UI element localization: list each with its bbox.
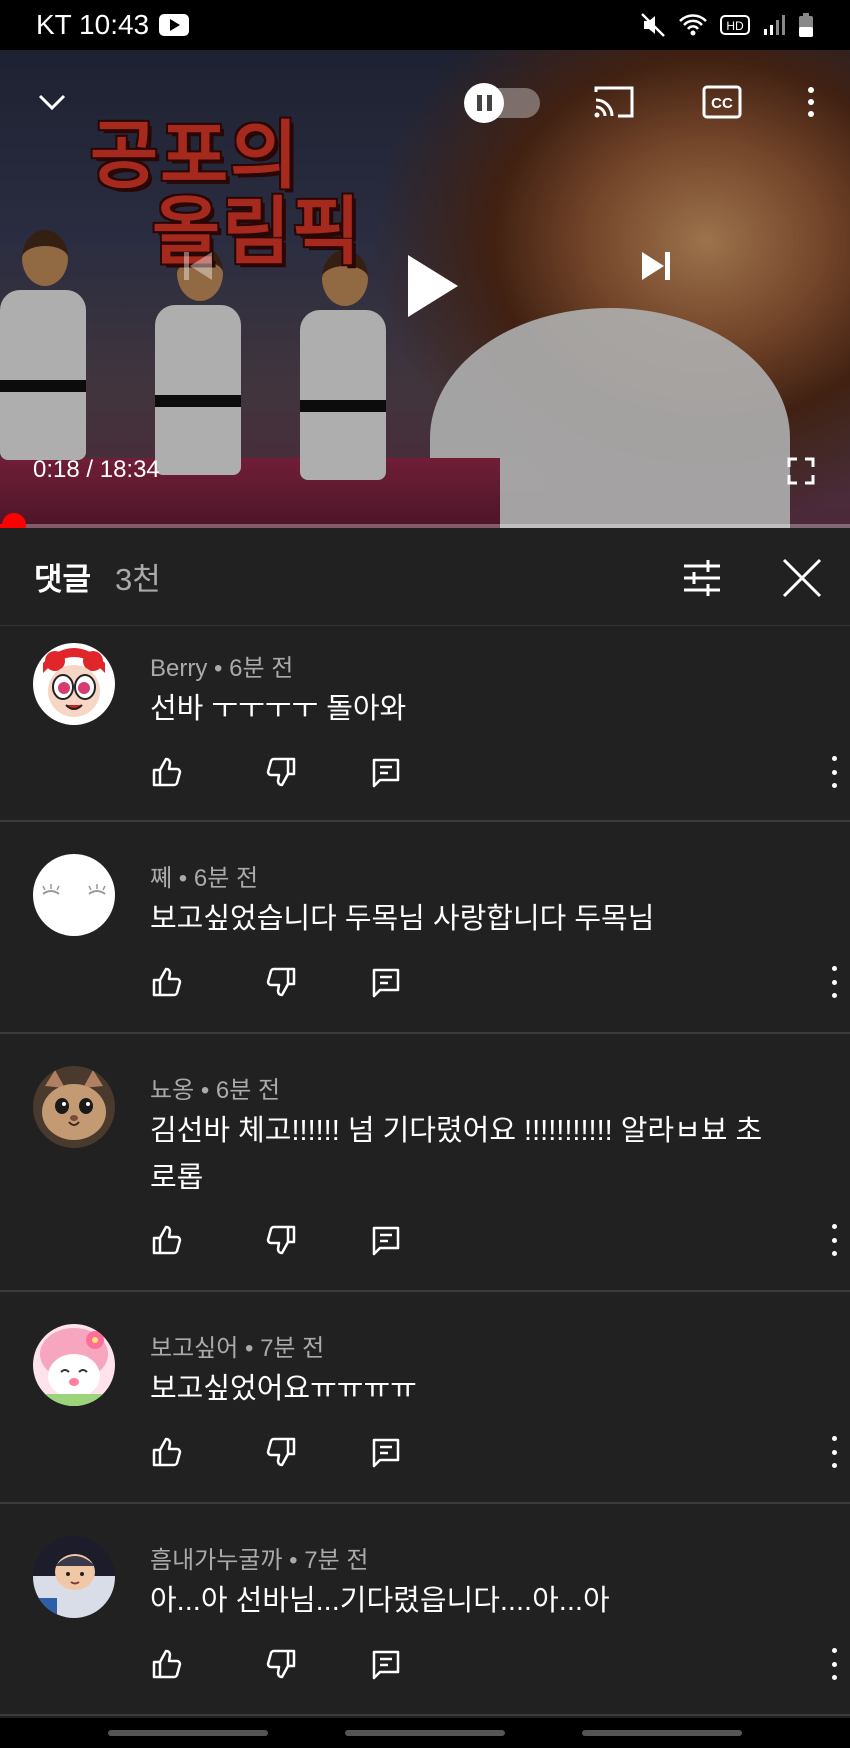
comment-actions (150, 1436, 837, 1476)
comment-author[interactable]: 쪠 (150, 865, 172, 892)
comment-list: Berry • 6분 전 선바 ㅜㅜㅜㅜ 돌아와 쪠 • 6분 전 보고싶었습니… (0, 626, 850, 1716)
status-bar: KT 10:43 HD (0, 0, 850, 50)
captions-label: CC (711, 95, 733, 112)
sleepy-face-avatar[interactable] (33, 854, 115, 936)
fullscreen-icon[interactable] (784, 454, 818, 488)
like-icon[interactable] (150, 756, 182, 788)
character-avatar[interactable] (33, 1536, 115, 1618)
youtube-notification-icon (159, 14, 190, 36)
system-nav-bar (0, 1718, 850, 1748)
comment-meta: 뇨옹 • 6분 전 (150, 1077, 281, 1104)
reply-icon[interactable] (370, 756, 402, 788)
comment-more-icon[interactable] (828, 1436, 840, 1468)
reply-icon[interactable] (370, 1648, 402, 1680)
sort-filter-icon[interactable] (680, 556, 724, 600)
pause-icon (464, 83, 504, 123)
comments-title: 댓글 (34, 562, 92, 597)
comment-actions (150, 1648, 837, 1688)
comment-actions (150, 966, 837, 1006)
collapse-chevron-icon[interactable] (30, 80, 74, 124)
dislike-icon[interactable] (266, 966, 298, 998)
comment-author[interactable]: 흠내가누굴까 (150, 1547, 282, 1574)
previous-icon[interactable] (168, 236, 228, 296)
cat-avatar[interactable] (33, 1066, 115, 1148)
like-icon[interactable] (150, 1224, 182, 1256)
dislike-icon[interactable] (266, 756, 298, 788)
close-icon[interactable] (780, 556, 824, 600)
comment-author[interactable]: 뇨옹 (150, 1077, 194, 1104)
mute-icon (641, 13, 665, 37)
nav-home-button[interactable] (345, 1730, 505, 1736)
reply-icon[interactable] (370, 966, 402, 998)
dislike-icon[interactable] (266, 1648, 298, 1680)
my-melody-avatar[interactable] (33, 1324, 115, 1406)
comment-item: Berry • 6분 전 선바 ㅜㅜㅜㅜ 돌아와 (0, 626, 850, 822)
comment-age: 6분 전 (215, 1077, 281, 1104)
comment-author[interactable]: 보고싶어 (150, 1335, 238, 1362)
time-display: 0:18 / 18:34 (33, 456, 160, 483)
next-icon[interactable] (626, 236, 686, 296)
comment-item: 쪠 • 6분 전 보고싶었습니다 두목님 사랑합니다 두목님 (0, 822, 850, 1034)
comment-text: 보고싶었어요ㅠㅠㅠㅠ (150, 1373, 417, 1405)
like-icon[interactable] (150, 1436, 182, 1468)
comment-text: 아...아 선바님...기다렸읍니다....아...아 (150, 1585, 610, 1617)
comment-text: 선바 ㅜㅜㅜㅜ 돌아와 (150, 693, 407, 725)
autoplay-toggle[interactable] (464, 83, 540, 123)
nav-recents-button[interactable] (108, 1730, 268, 1736)
comment-more-icon[interactable] (828, 1648, 840, 1680)
comment-more-icon[interactable] (828, 966, 840, 998)
comment-more-icon[interactable] (828, 756, 840, 788)
dislike-icon[interactable] (266, 1224, 298, 1256)
video-player[interactable]: 공포의 올림픽 CC 0:18 / 18:34 (0, 50, 850, 528)
comment-age: 7분 전 (304, 1547, 369, 1574)
comment-text: 보고싶었습니다 두목님 사랑합니다 두목님 (150, 903, 655, 935)
hd-label: HD (726, 19, 744, 33)
play-icon[interactable] (390, 246, 470, 326)
reply-icon[interactable] (370, 1224, 402, 1256)
nav-back-button[interactable] (582, 1730, 742, 1736)
cast-icon[interactable] (590, 80, 638, 124)
carrier-time: KT 10:43 (36, 9, 150, 40)
more-vert-icon[interactable] (796, 80, 826, 124)
wifi-icon (679, 14, 707, 36)
comment-age: 6분 전 (229, 655, 294, 682)
hd-icon: HD (720, 15, 750, 35)
powerpuff-avatar[interactable] (33, 643, 115, 725)
comment-item: 흠내가누굴까 • 7분 전 아...아 선바님...기다렸읍니다....아...… (0, 1504, 850, 1716)
comment-item: 뇨옹 • 6분 전 김선바 체고!!!!!! 넘 기다렸어요 !!!!!!!!!… (0, 1034, 850, 1292)
comment-text: 김선바 체고!!!!!! 넘 기다렸어요 !!!!!!!!!!! 알라ㅂ뵤 초로… (150, 1115, 763, 1194)
comment-age: 6분 전 (193, 865, 259, 892)
comment-item: 보고싶어 • 7분 전 보고싶었어요ㅠㅠㅠㅠ (0, 1292, 850, 1504)
comment-actions (150, 756, 837, 796)
comment-more-icon[interactable] (828, 1224, 840, 1256)
like-icon[interactable] (150, 966, 182, 998)
comment-author[interactable]: Berry (150, 655, 207, 682)
dislike-icon[interactable] (266, 1436, 298, 1468)
like-icon[interactable] (150, 1648, 182, 1680)
battery-icon (799, 13, 813, 37)
comment-meta: Berry • 6분 전 (150, 655, 294, 682)
comments-count: 3천 (115, 562, 161, 597)
signal-icon (764, 15, 785, 35)
comment-actions (150, 1224, 837, 1264)
comment-meta: 보고싶어 • 7분 전 (150, 1335, 325, 1362)
comment-meta: 흠내가누굴까 • 7분 전 (150, 1547, 369, 1574)
captions-icon[interactable]: CC (700, 80, 744, 124)
comments-header: 댓글 3천 (0, 528, 850, 626)
comment-age: 7분 전 (260, 1335, 325, 1362)
reply-icon[interactable] (370, 1436, 402, 1468)
comment-meta: 쪠 • 6분 전 (150, 865, 259, 892)
